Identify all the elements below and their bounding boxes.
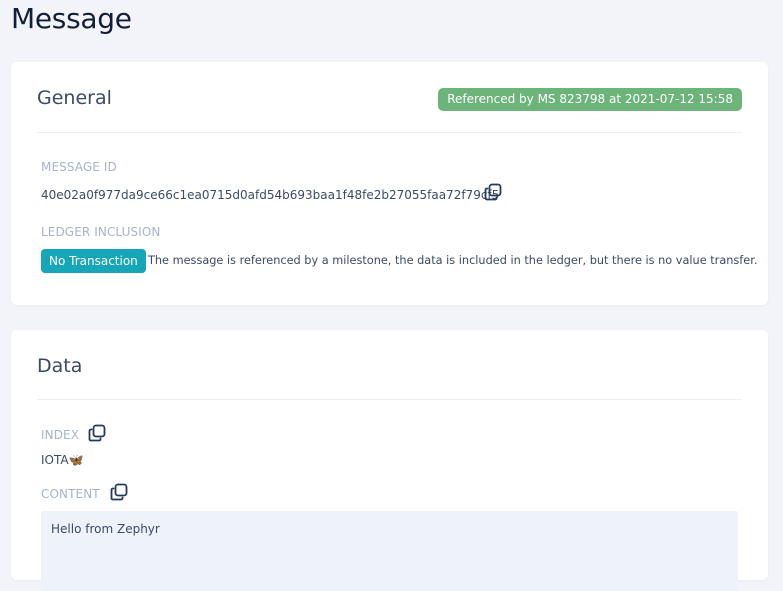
general-card-header: General Referenced by MS 823798 at 2021-… [37, 62, 742, 133]
copy-icon [88, 424, 106, 442]
message-id-label: MESSAGE ID [41, 160, 117, 174]
copy-icon [484, 183, 502, 201]
ledger-inclusion-description: The message is referenced by a milestone… [148, 254, 758, 267]
general-title: General [37, 87, 112, 109]
page-title: Message [11, 2, 132, 35]
ledger-inclusion-label: LEDGER INCLUSION [41, 225, 161, 239]
content-label: CONTENT [41, 487, 100, 501]
message-id-value: 40e02a0f977da9ce66c1ea0715d0afd54b693baa… [41, 188, 500, 202]
milestone-referenced-badge: Referenced by MS 823798 at 2021-07-12 15… [438, 88, 742, 111]
content-value: Hello from Zephyr [51, 522, 160, 536]
copy-content-button[interactable] [110, 483, 128, 501]
general-card: General Referenced by MS 823798 at 2021-… [11, 62, 768, 305]
copy-message-id-button[interactable] [484, 183, 502, 201]
content-box: Hello from Zephyr [41, 511, 738, 591]
index-label: INDEX [41, 428, 80, 442]
copy-index-button[interactable] [88, 424, 106, 442]
copy-icon [110, 483, 128, 501]
index-value: IOTA🦋 [41, 453, 84, 467]
data-title: Data [37, 355, 83, 377]
data-card-header: Data [37, 330, 742, 400]
ledger-inclusion-badge: No Transaction [41, 249, 146, 273]
data-card: Data INDEX IOTA🦋 CONTENT Hello from Zeph… [11, 330, 768, 591]
